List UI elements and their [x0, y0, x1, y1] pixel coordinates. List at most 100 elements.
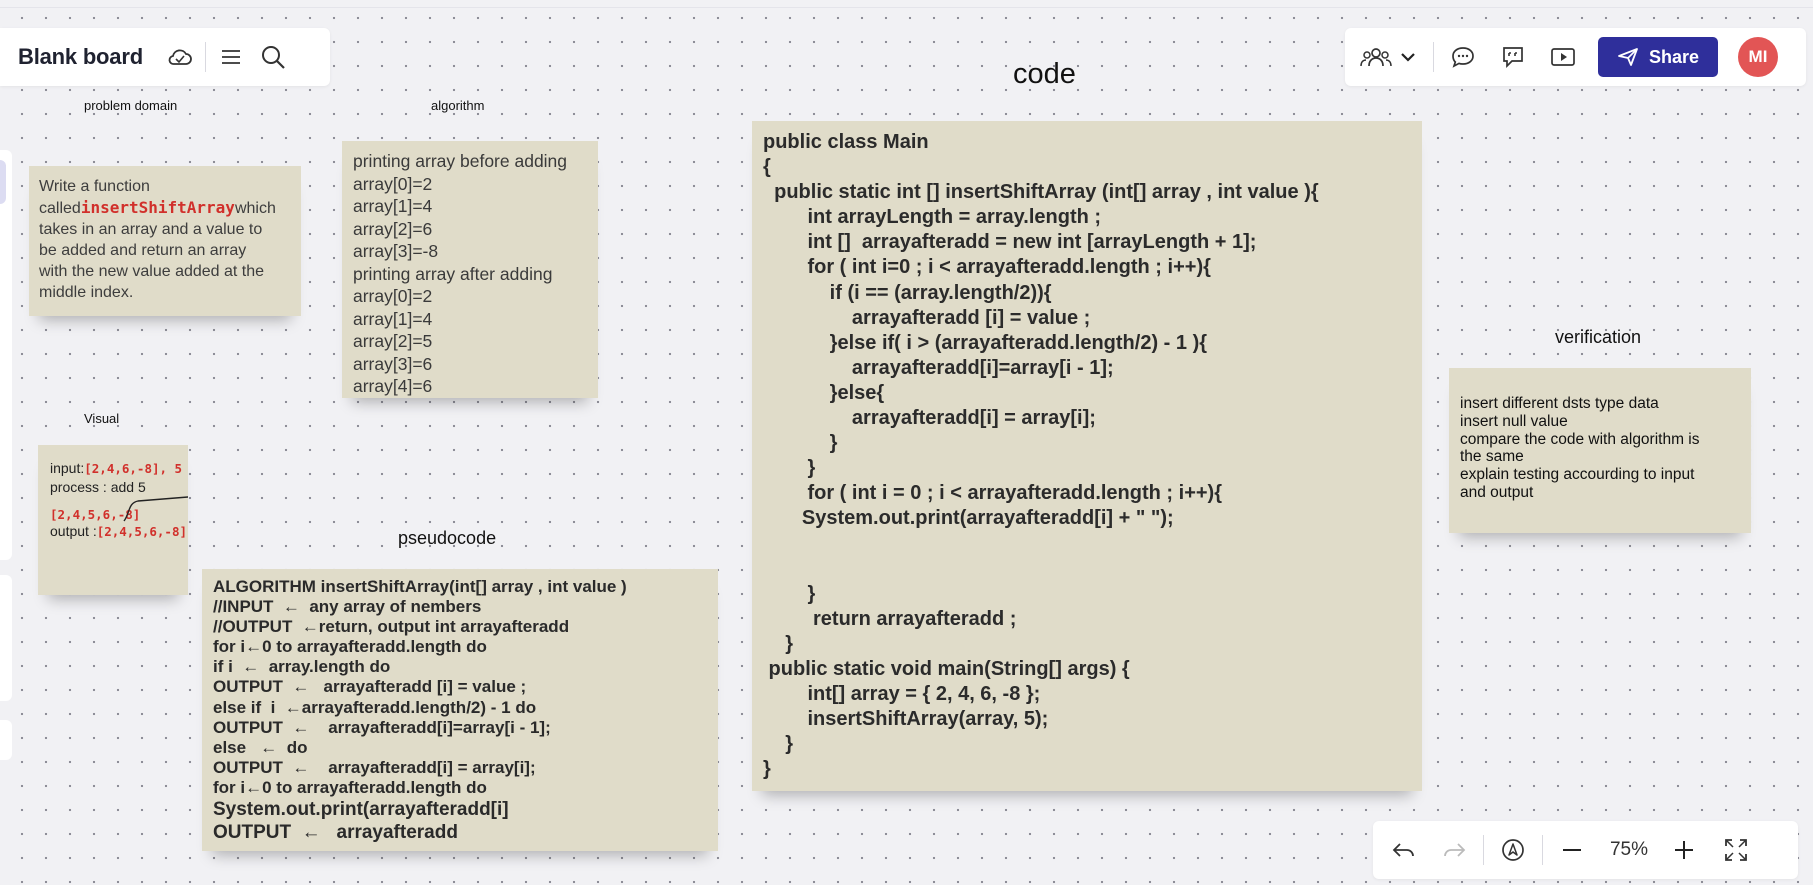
note-text: with the new value added at the: [39, 263, 265, 280]
share-button[interactable]: Share: [1598, 37, 1718, 77]
divider: [1542, 835, 1543, 865]
search-icon[interactable]: [258, 42, 288, 72]
algorithm-line: printing array after adding: [353, 263, 553, 284]
map-navigation-icon[interactable]: [1498, 835, 1528, 865]
pseudocode-line: OUTPUT ← arrayafteradd[i] = array[i];: [213, 757, 536, 777]
zoom-toolbar: 75%: [1373, 821, 1798, 879]
note-text: Write a function: [39, 178, 150, 195]
label-code[interactable]: code: [1013, 58, 1076, 91]
comments-icon[interactable]: [1448, 42, 1478, 72]
arrow-connector: [123, 496, 188, 522]
divider: [1483, 835, 1484, 865]
code-line: int [] arrayafteradd = new int [arrayLen…: [763, 231, 1257, 254]
code-line: }: [763, 758, 771, 781]
sticky-note-code[interactable]: public class Main { public static int [] …: [752, 121, 1422, 791]
label-visual[interactable]: Visual: [84, 411, 119, 426]
chevron-down-icon[interactable]: [1397, 42, 1419, 72]
pseudocode-line: //OUTPUT ←return, output int arrayaftera…: [213, 617, 570, 637]
function-name: insertShiftArray: [80, 198, 235, 217]
code-line: public static void main(String[] args) {: [763, 657, 1130, 680]
menu-icon[interactable]: [216, 42, 246, 72]
code-line: for ( int i=0 ; i < arrayafteradd.length…: [763, 256, 1211, 279]
note-text: calledinsertShiftArraywhich: [39, 198, 276, 217]
top-edge: [0, 0, 1813, 8]
side-panel-fragment[interactable]: [0, 720, 12, 760]
algorithm-line: array[3]=-8: [353, 241, 439, 261]
collaboration-toolbar: Share MI: [1345, 28, 1806, 86]
code-line: arrayafteradd [i] = value ;: [763, 306, 1091, 329]
note-text: middle index.: [39, 284, 134, 301]
algorithm-line: array[4]=6: [353, 376, 433, 396]
sticky-note-pseudocode[interactable]: ALGORITHM insertShiftArray(int[] array ,…: [202, 569, 718, 851]
pseudocode-line: OUTPUT ← arrayafteradd[i]=array[i - 1];: [213, 717, 551, 737]
code-line: }: [763, 432, 838, 455]
sticky-note-visual[interactable]: input:[2,4,6,-8], 5 process : add 5 [2,4…: [38, 445, 188, 595]
share-label: Share: [1648, 46, 1700, 67]
algorithm-line: array[2]=5: [353, 331, 433, 351]
note-text: be added and return an array: [39, 242, 247, 259]
pseudocode-line: ALGORITHM insertShiftArray(int[] array ,…: [213, 577, 627, 596]
code-line: }: [763, 457, 816, 480]
zoom-out-icon[interactable]: [1557, 835, 1587, 865]
verification-line: the same: [1460, 448, 1524, 466]
avatar[interactable]: MI: [1738, 37, 1778, 77]
verification-line: explain testing accourding to input: [1460, 466, 1695, 484]
label-problem-domain[interactable]: problem domain: [84, 98, 177, 113]
code-line: }: [763, 632, 794, 655]
code-line: return arrayafteradd ;: [763, 607, 1017, 630]
label-pseudocode[interactable]: pseudocode: [398, 528, 496, 549]
code-line: public class Main: [763, 131, 929, 153]
label-algorithm[interactable]: algorithm: [431, 98, 484, 113]
code-line: public static int [] insertShiftArray (i…: [763, 181, 1319, 204]
pseudocode-line: else ← do: [213, 737, 308, 757]
code-line: int arrayLength = array.length ;: [763, 206, 1102, 229]
divider: [1433, 42, 1434, 72]
zoom-level[interactable]: 75%: [1593, 839, 1665, 861]
collaborators-icon[interactable]: [1359, 42, 1393, 72]
code-line: insertShiftArray(array, 5);: [763, 708, 1049, 731]
code-line: int[] array = { 2, 4, 6, -8 };: [763, 683, 1041, 706]
divider: [204, 42, 206, 72]
zoom-in-icon[interactable]: [1669, 835, 1699, 865]
pseudocode-line: OUTPUT ← arrayafteradd [i] = value ;: [213, 677, 527, 697]
undo-icon[interactable]: [1389, 835, 1419, 865]
code-line: }else if( i > (arrayafteradd.length/2) -…: [763, 331, 1208, 354]
sticky-note-problem[interactable]: Write a function calledinsertShiftArrayw…: [29, 166, 301, 316]
present-icon[interactable]: [1548, 42, 1578, 72]
code-line: if (i == (array.length/2)){: [763, 281, 1052, 304]
algorithm-line: array[0]=2: [353, 286, 433, 306]
code-line: for ( int i = 0 ; i < arrayafteradd.leng…: [763, 482, 1222, 505]
pseudocode-line: for i←0 to arrayafteradd.length do: [213, 637, 487, 657]
side-panel-active[interactable]: [0, 160, 6, 204]
sticky-note-algorithm[interactable]: printing array before adding array[0]=2 ar…: [342, 141, 598, 398]
pseudocode-line: if i ← array.length do: [213, 657, 391, 677]
pseudocode-line: //INPUT ← any array of nembers: [213, 597, 482, 617]
algorithm-line: printing array before adding: [353, 151, 568, 171]
verification-line: compare the code with algorithm is: [1460, 430, 1700, 448]
fit-screen-icon[interactable]: [1721, 835, 1751, 865]
algorithm-line: array[1]=4: [353, 196, 433, 216]
cloud-sync-icon[interactable]: [165, 42, 195, 72]
verification-line: and output: [1460, 483, 1534, 501]
label-verification[interactable]: verification: [1555, 327, 1641, 348]
note-text: takes in an array and a value to: [39, 221, 263, 238]
code-line: }: [763, 733, 794, 756]
pseudocode-line: for i←0 to arrayafteradd.length do: [213, 777, 487, 797]
side-panel-fragment[interactable]: [0, 575, 12, 701]
code-line: System.out.print(arrayafteradd[i] + " ")…: [763, 507, 1174, 530]
code-line: }: [763, 582, 816, 605]
verification-line: insert null value: [1460, 412, 1568, 430]
code-line: arrayafteradd[i] = array[i];: [763, 407, 1096, 430]
reactions-icon[interactable]: [1498, 42, 1528, 72]
board-title[interactable]: Blank board: [18, 44, 143, 70]
pseudocode-line: OUTPUT ← arrayafteradd: [213, 822, 458, 844]
side-panel-fragment[interactable]: [0, 150, 12, 560]
algorithm-line: array[0]=2: [353, 173, 433, 194]
code-line: {: [763, 156, 771, 179]
pseudocode-line: else if i ←arrayafteradd.length/2) - 1 d…: [213, 697, 537, 717]
sticky-note-verification[interactable]: insert different dsts type data insert nu…: [1449, 368, 1751, 533]
redo-icon[interactable]: [1439, 835, 1469, 865]
send-icon: [1618, 48, 1638, 66]
